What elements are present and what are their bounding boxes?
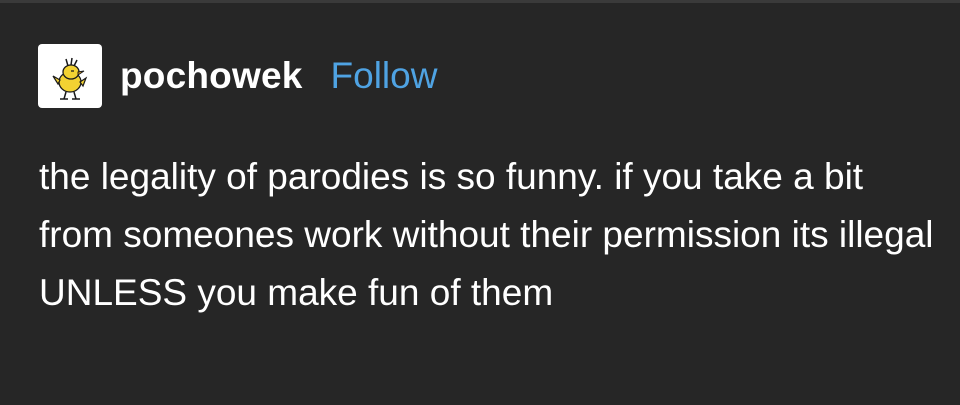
post-text: the legality of parodies is so funny. if… bbox=[39, 156, 934, 313]
username-link[interactable]: pochowek bbox=[120, 55, 303, 97]
woodstock-bird-icon bbox=[52, 57, 88, 100]
post-body: the legality of parodies is so funny. if… bbox=[39, 148, 939, 322]
avatar[interactable] bbox=[38, 44, 102, 108]
follow-button[interactable]: Follow bbox=[331, 55, 438, 97]
post-header: pochowek Follow bbox=[38, 44, 437, 108]
post-card: pochowek Follow the legality of parodies… bbox=[0, 0, 960, 405]
